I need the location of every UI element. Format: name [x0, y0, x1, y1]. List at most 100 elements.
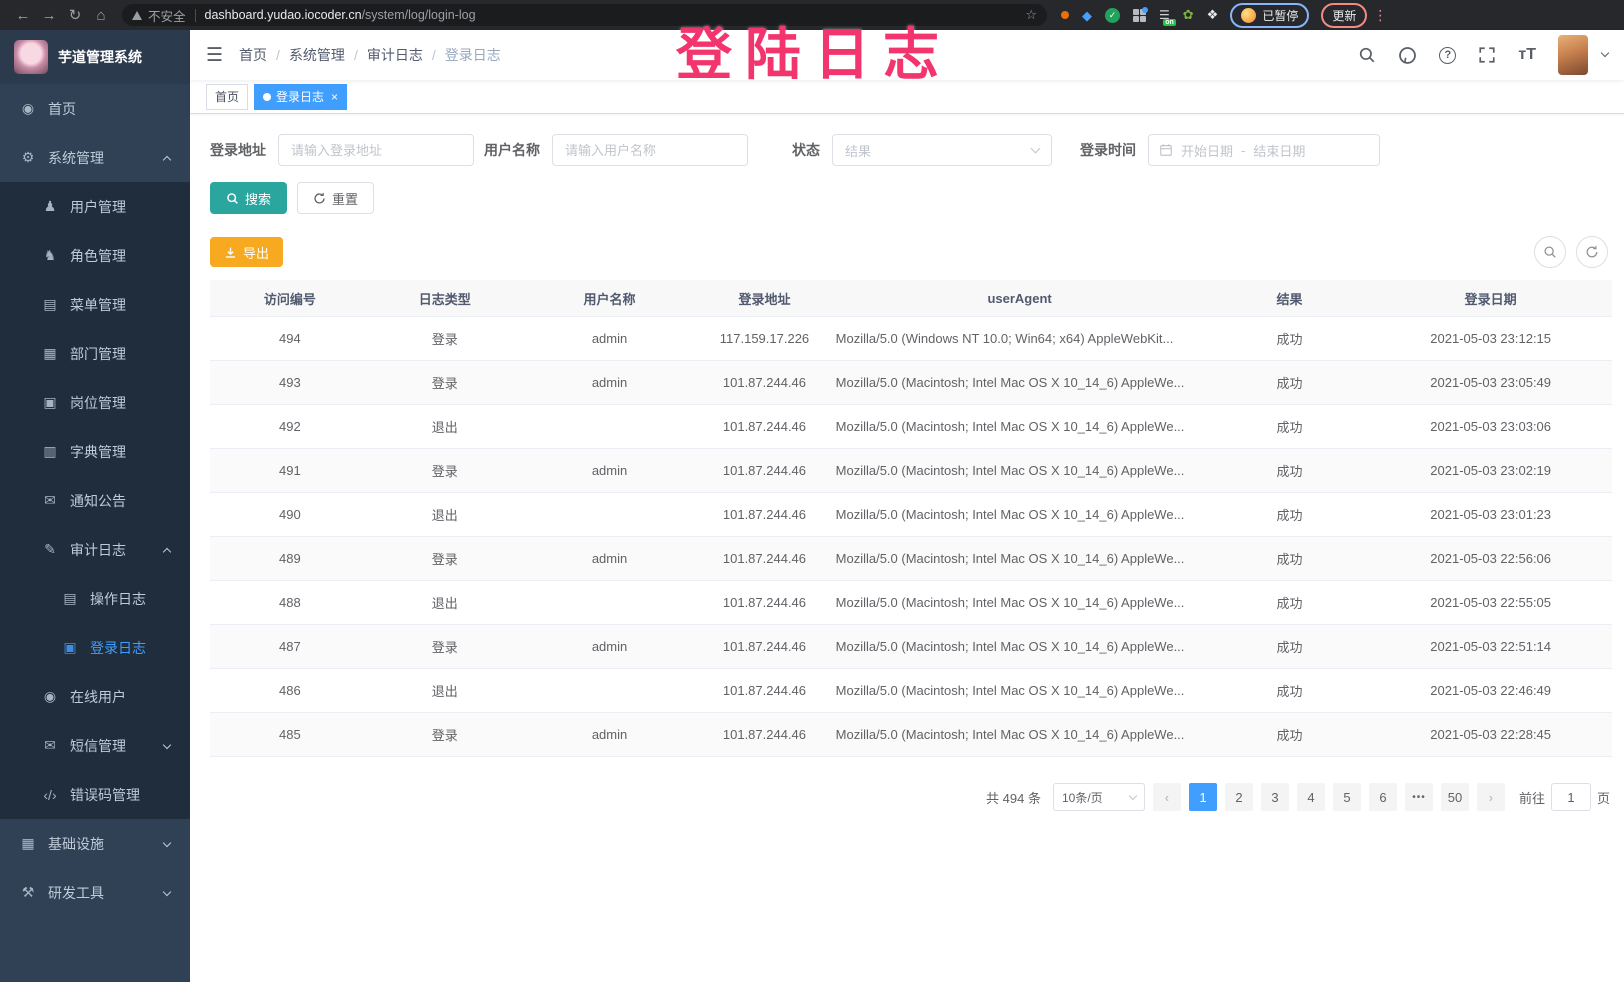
- goto-page-input[interactable]: [1551, 783, 1591, 811]
- table-row[interactable]: 494登录admin117.159.17.226Mozilla/5.0 (Win…: [210, 317, 1612, 361]
- tab-home[interactable]: 首页: [206, 84, 248, 110]
- page-button-4[interactable]: 4: [1297, 783, 1325, 811]
- sidebar-item-infra[interactable]: ▦基础设施: [0, 819, 190, 868]
- url-bar[interactable]: 不安全 dashboard.yudao.iocoder.cn/system/lo…: [122, 4, 1047, 26]
- login-time-range-picker[interactable]: 开始日期 - 结束日期: [1148, 134, 1380, 166]
- breadcrumb-item[interactable]: 系统管理: [289, 45, 345, 65]
- bookmark-star-icon[interactable]: ☆: [1025, 7, 1037, 23]
- prev-page-button[interactable]: ‹: [1153, 783, 1181, 811]
- sidebar-item-label: 用户管理: [70, 197, 126, 217]
- sidebar-item-operation-log[interactable]: ▤操作日志: [0, 574, 190, 623]
- page-button-2[interactable]: 2: [1225, 783, 1253, 811]
- github-icon[interactable]: [1398, 46, 1417, 65]
- reset-button[interactable]: 重置: [297, 182, 374, 214]
- table-cell: 101.87.244.46: [699, 361, 829, 404]
- extension-diamond-icon[interactable]: ◆: [1082, 9, 1092, 22]
- table-row[interactable]: 485登录admin101.87.244.46Mozilla/5.0 (Maci…: [210, 713, 1612, 757]
- page-ellipsis-button[interactable]: •••: [1405, 783, 1433, 811]
- table-row[interactable]: 487登录admin101.87.244.46Mozilla/5.0 (Maci…: [210, 625, 1612, 669]
- table-cell: 退出: [370, 581, 520, 624]
- sidebar-item-online-user[interactable]: ◉在线用户: [0, 672, 190, 721]
- sidebar-item-sms[interactable]: ✉短信管理: [0, 721, 190, 770]
- security-label: 不安全: [148, 6, 186, 25]
- extension-grid-icon[interactable]: [1133, 9, 1146, 22]
- export-button[interactable]: 导出: [210, 237, 283, 267]
- chevron-up-icon: [163, 155, 171, 163]
- extension-donut-icon[interactable]: [1061, 11, 1069, 19]
- refresh-table-button[interactable]: [1576, 236, 1608, 268]
- sidebar-item-role[interactable]: ♞角色管理: [0, 231, 190, 280]
- browser-menu-kebab-icon[interactable]: ⋮: [1373, 7, 1387, 24]
- search-icon[interactable]: [1358, 46, 1376, 64]
- app-logo[interactable]: 芋道管理系统: [0, 30, 190, 84]
- sidebar-item-dict[interactable]: ▥字典管理: [0, 427, 190, 476]
- sidebar-item-user[interactable]: ♟用户管理: [0, 182, 190, 231]
- table-cell: Mozilla/5.0 (Macintosh; Intel Mac OS X 1…: [830, 669, 1210, 712]
- table-row[interactable]: 493登录admin101.87.244.46Mozilla/5.0 (Maci…: [210, 361, 1612, 405]
- table-cell: 117.159.17.226: [699, 317, 829, 360]
- table-header-row: 访问编号日志类型用户名称登录地址userAgent结果登录日期: [210, 280, 1612, 317]
- extension-check-icon[interactable]: ✓: [1105, 8, 1120, 23]
- username-input[interactable]: [552, 134, 748, 166]
- page-button-5[interactable]: 5: [1333, 783, 1361, 811]
- sidebar-item-login-log[interactable]: ▣登录日志: [0, 623, 190, 672]
- breadcrumb-item[interactable]: 首页: [239, 45, 267, 65]
- next-page-button[interactable]: ›: [1477, 783, 1505, 811]
- sidebar-item-post[interactable]: ▣岗位管理: [0, 378, 190, 427]
- page-button-6[interactable]: 6: [1369, 783, 1397, 811]
- table-cell: 101.87.244.46: [699, 493, 829, 536]
- sidebar-item-dashboard[interactable]: ◉首页: [0, 84, 190, 133]
- table-row[interactable]: 486退出101.87.244.46Mozilla/5.0 (Macintosh…: [210, 669, 1612, 713]
- table-row[interactable]: 492退出101.87.244.46Mozilla/5.0 (Macintosh…: [210, 405, 1612, 449]
- back-icon[interactable]: ←: [10, 7, 36, 24]
- column-header: 登录日期: [1369, 280, 1612, 316]
- extension-plant-icon[interactable]: ✿: [1183, 7, 1194, 23]
- page-size-select[interactable]: 10条/页: [1053, 783, 1145, 811]
- update-button[interactable]: 更新: [1321, 3, 1367, 28]
- table-cell: 成功: [1210, 669, 1370, 712]
- font-size-icon[interactable]: тT: [1518, 46, 1536, 64]
- breadcrumb-separator: /: [276, 47, 280, 63]
- avatar-caret-icon[interactable]: [1601, 49, 1609, 57]
- login-address-input[interactable]: [278, 134, 474, 166]
- hamburger-icon[interactable]: ☰: [206, 44, 223, 67]
- sidebar-item-dept[interactable]: ▦部门管理: [0, 329, 190, 378]
- home-icon[interactable]: ⌂: [88, 7, 114, 24]
- sidebar-item-gear[interactable]: ⚙系统管理: [0, 133, 190, 182]
- chevron-down-icon: [163, 887, 171, 895]
- search-button[interactable]: 搜索: [210, 182, 287, 214]
- forward-icon[interactable]: →: [36, 7, 62, 24]
- sidebar-item-label: 通知公告: [70, 491, 126, 511]
- sidebar-item-error-code[interactable]: ‹/›错误码管理: [0, 770, 190, 819]
- tab-active[interactable]: 登录日志×: [254, 84, 347, 110]
- sidebar-item-menu[interactable]: ▤菜单管理: [0, 280, 190, 329]
- table-cell: Mozilla/5.0 (Macintosh; Intel Mac OS X 1…: [830, 537, 1210, 580]
- user-avatar[interactable]: [1558, 35, 1588, 75]
- fullscreen-icon[interactable]: [1478, 46, 1496, 64]
- end-date-placeholder: 结束日期: [1253, 141, 1305, 160]
- status-select[interactable]: 结果: [832, 134, 1052, 166]
- reload-icon[interactable]: ↻: [62, 6, 88, 24]
- sidebar-item-notice[interactable]: ✉通知公告: [0, 476, 190, 525]
- table-row[interactable]: 489登录admin101.87.244.46Mozilla/5.0 (Maci…: [210, 537, 1612, 581]
- page-button-1[interactable]: 1: [1189, 783, 1217, 811]
- sidebar-item-tool[interactable]: ⚒研发工具: [0, 868, 190, 917]
- table-row[interactable]: 490退出101.87.244.46Mozilla/5.0 (Macintosh…: [210, 493, 1612, 537]
- table-row[interactable]: 488退出101.87.244.46Mozilla/5.0 (Macintosh…: [210, 581, 1612, 625]
- extension-list-icon[interactable]: ☰on: [1159, 8, 1170, 22]
- help-icon[interactable]: ?: [1439, 47, 1456, 64]
- table-cell: 2021-05-03 22:28:45: [1369, 713, 1612, 756]
- extensions-puzzle-icon[interactable]: ❖: [1207, 7, 1219, 23]
- column-header: 登录地址: [699, 280, 829, 316]
- page-button-50[interactable]: 50: [1441, 783, 1469, 811]
- profile-paused-pill[interactable]: 已暂停: [1230, 3, 1309, 28]
- table-cell: 2021-05-03 22:46:49: [1369, 669, 1612, 712]
- sidebar-item-label: 错误码管理: [70, 785, 140, 805]
- page-button-3[interactable]: 3: [1261, 783, 1289, 811]
- table-cell: 2021-05-03 23:01:23: [1369, 493, 1612, 536]
- breadcrumb-item[interactable]: 审计日志: [367, 45, 423, 65]
- sidebar-item-audit-log[interactable]: ✎审计日志: [0, 525, 190, 574]
- table-row[interactable]: 491登录admin101.87.244.46Mozilla/5.0 (Maci…: [210, 449, 1612, 493]
- toggle-search-button[interactable]: [1534, 236, 1566, 268]
- close-icon[interactable]: ×: [331, 91, 338, 103]
